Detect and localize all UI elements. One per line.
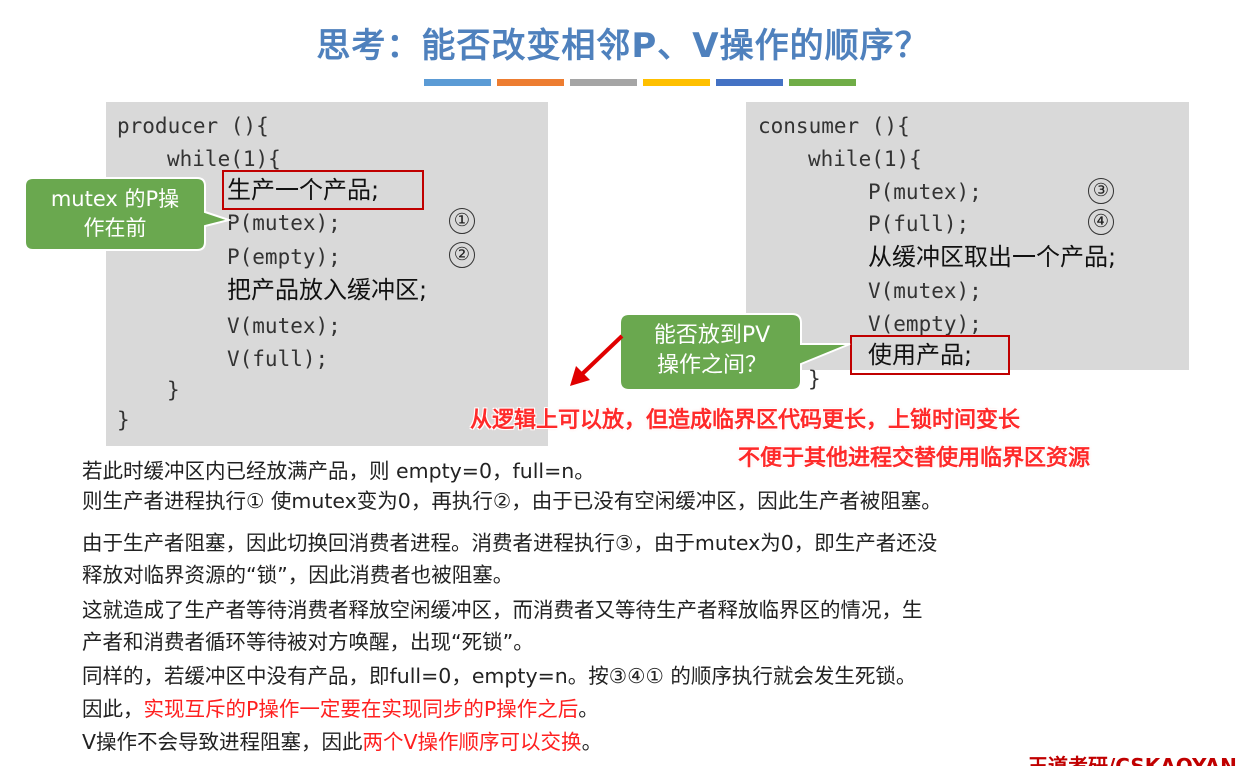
explanation-line-8: 因此，实现互斥的P操作一定要在实现同步的P操作之后。 <box>82 694 599 724</box>
explanation-line-5: 这就造成了生产者等待消费者释放空闲缓冲区，而消费者又等待生产者释放临界区的情况，… <box>82 598 923 622</box>
mutex-first-line1: mutex 的P操 <box>50 187 180 211</box>
consumer-v-empty: V(empty); <box>868 312 982 336</box>
step-2-marker: ② <box>449 242 475 268</box>
consumer-while: while(1){ <box>808 147 922 171</box>
producer-code-box: producer (){ while(1){ 生产一个产品; P(mutex);… <box>106 102 548 446</box>
explanation-line-1: 若此时缓冲区内已经放满产品，则 empty=0，full=n。 <box>82 459 595 483</box>
explanation-line-9-suffix: 。 <box>581 730 603 754</box>
consumer-use-highlight <box>850 335 1010 375</box>
color-bar-segment-darkblue <box>716 79 783 86</box>
explanation-line-8-highlight: 实现互斥的P操作一定要在实现同步的P操作之后 <box>143 697 579 721</box>
explanation-line-9-highlight: 两个V操作顺序可以交换 <box>362 730 582 754</box>
producer-p-mutex: P(mutex); <box>227 211 341 235</box>
mutex-first-line2: 作在前 <box>83 216 147 240</box>
producer-v-mutex: V(mutex); <box>227 314 341 338</box>
explanation-line-8-suffix: 。 <box>578 697 599 721</box>
explanation-line-9-prefix: V操作不会导致进程阻塞，因此 <box>82 730 363 754</box>
pv-question-callout: 能否放到PV 操作之间？ <box>620 310 852 394</box>
explanation-line-3: 由于生产者阻塞，因此切换回消费者进程。消费者进程执行③，由于mutex为0，即生… <box>82 531 938 555</box>
step-1-marker: ① <box>449 208 475 234</box>
pv-question-line2: 操作之间？ <box>656 353 767 378</box>
explanation-line-4: 释放对临界资源的“锁”，因此消费者也被阻塞。 <box>82 563 514 587</box>
consumer-v-mutex: V(mutex); <box>868 279 982 303</box>
consumer-take-line: 从缓冲区取出一个产品; <box>868 243 1117 271</box>
color-bar <box>424 79 856 86</box>
explanation-line-9: V操作不会导致进程阻塞，因此两个V操作顺序可以交换。 <box>82 727 602 757</box>
producer-while: while(1){ <box>167 147 281 171</box>
red-note-line1: 从逻辑上可以放，但造成临界区代码更长，上锁时间变长 <box>470 408 1021 433</box>
step-4-marker: ④ <box>1088 209 1114 235</box>
producer-close-inner: } <box>167 378 180 402</box>
color-bar-segment-green <box>789 79 856 86</box>
explanation-line-7: 同样的，若缓冲区中没有产品，即full=0，empty=n。按③④① 的顺序执行… <box>82 664 917 688</box>
footer-watermark: 王道考研/CSKAOYAN <box>1028 754 1237 766</box>
color-bar-segment-blue <box>424 79 491 86</box>
color-bar-segment-yellow <box>643 79 710 86</box>
producer-put-line: 把产品放入缓冲区; <box>227 276 428 304</box>
red-note-line2: 不便于其他进程交替使用临界区资源 <box>738 446 1091 471</box>
step-3-marker: ③ <box>1088 178 1114 204</box>
mutex-first-callout: mutex 的P操 作在前 <box>25 174 231 254</box>
page-title: 思考：能否改变相邻P、V操作的顺序？ <box>316 26 930 66</box>
color-bar-segment-gray <box>570 79 637 86</box>
producer-v-full: V(full); <box>227 347 329 371</box>
explanation-line-8-prefix: 因此， <box>82 697 144 721</box>
pv-question-line1: 能否放到PV <box>653 323 771 348</box>
producer-make-highlight <box>222 170 424 210</box>
color-bar-segment-orange <box>497 79 564 86</box>
producer-close-outer: } <box>117 408 130 432</box>
producer-header: producer (){ <box>117 114 269 138</box>
consumer-header: consumer (){ <box>758 114 910 138</box>
producer-p-empty: P(empty); <box>227 245 341 269</box>
consumer-p-mutex: P(mutex); <box>868 180 982 204</box>
explanation-line-6: 产者和消费者循环等待被对方唤醒，出现“死锁”。 <box>82 630 534 654</box>
consumer-p-full: P(full); <box>868 212 970 236</box>
explanation-line-2: 则生产者进程执行① 使mutex变为0，再执行②，由于已没有空闲缓冲区，因此生产… <box>82 489 942 513</box>
red-arrow-icon <box>570 334 624 386</box>
